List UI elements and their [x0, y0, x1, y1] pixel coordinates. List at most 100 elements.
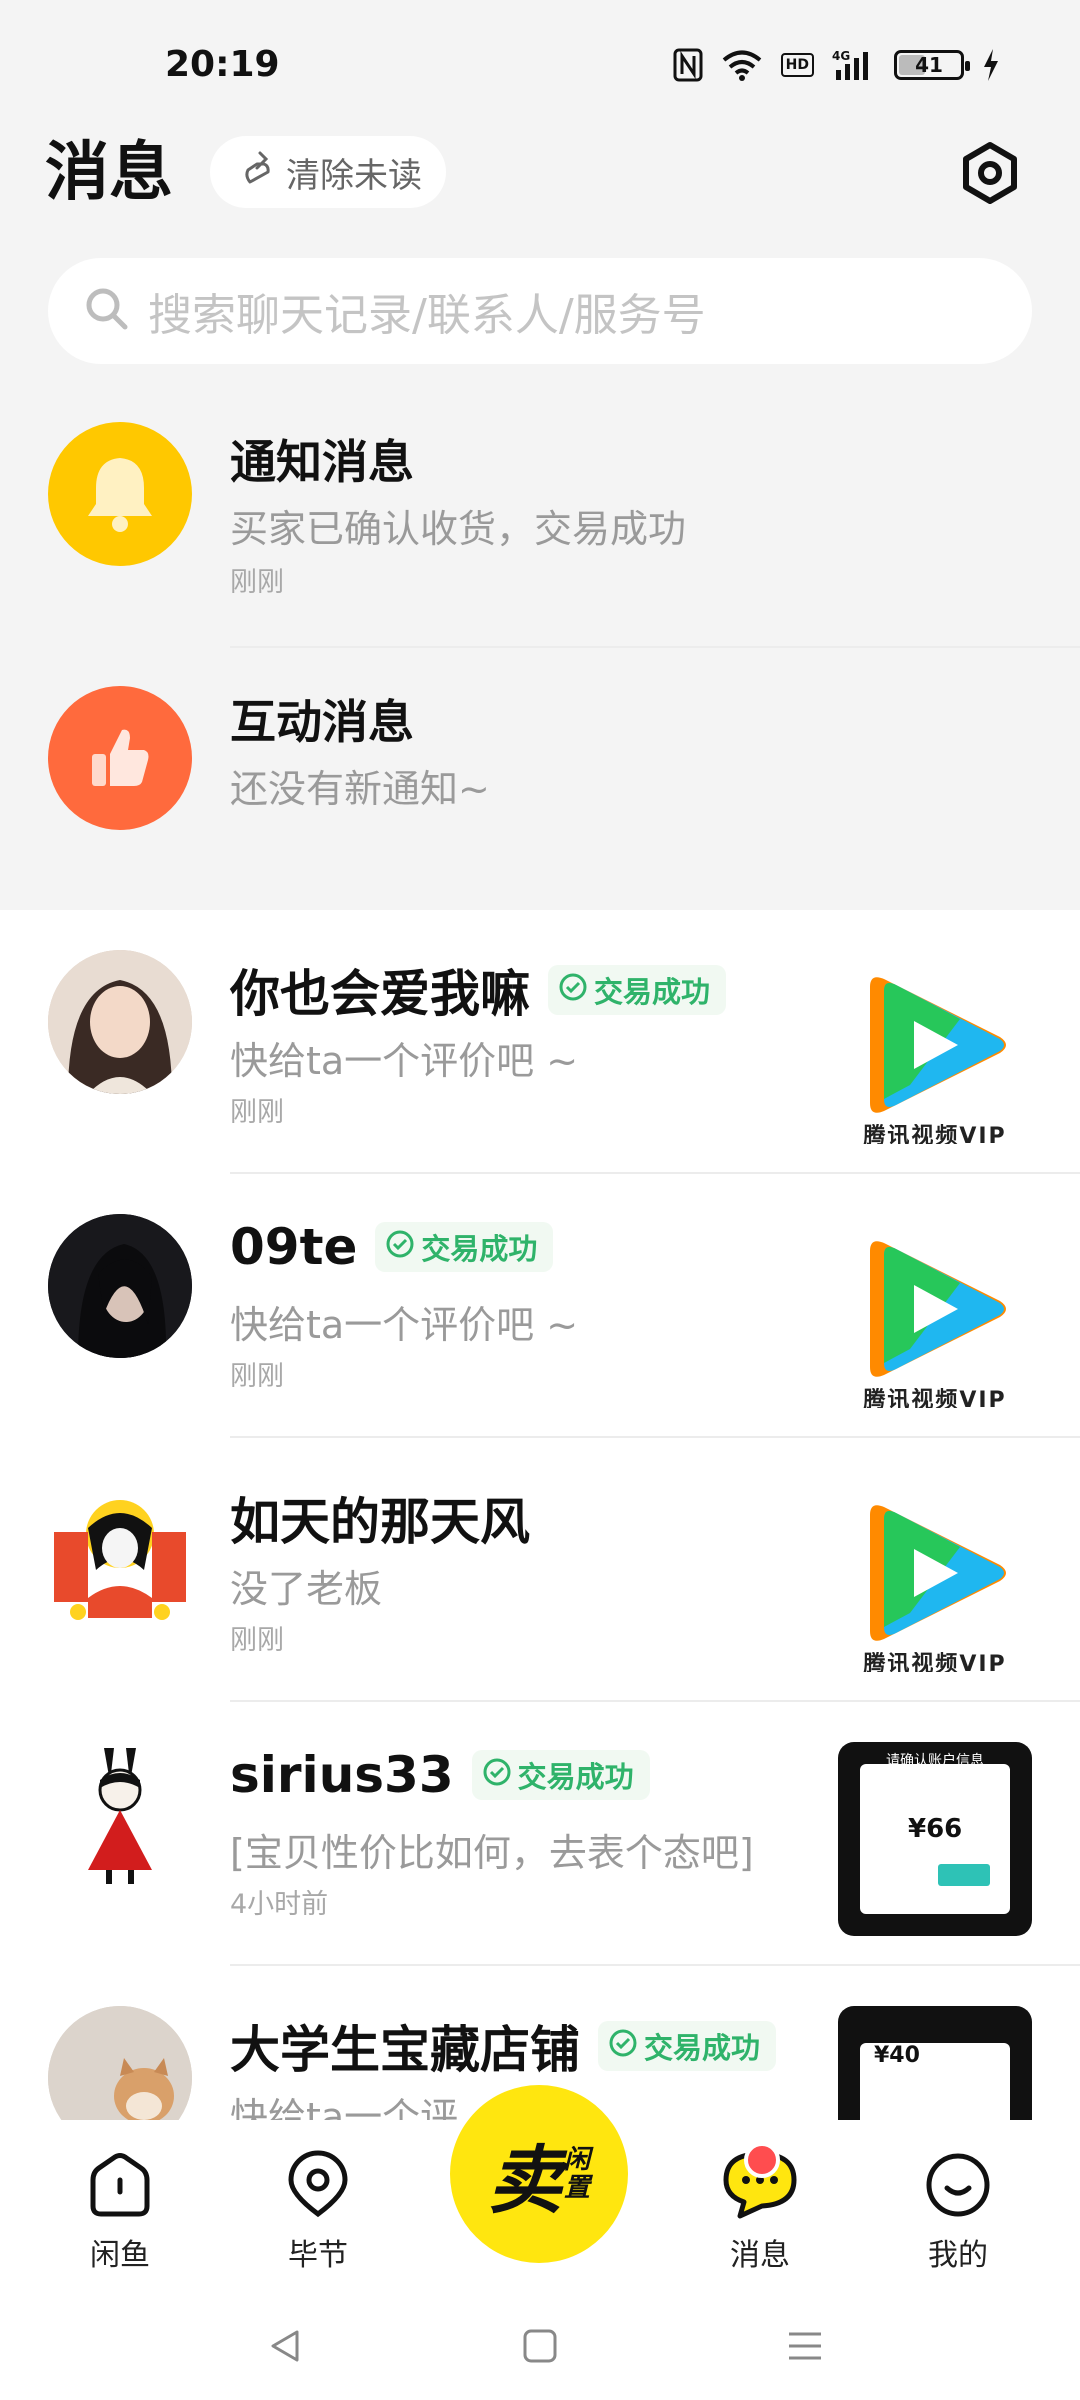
status-time: 20:19	[165, 44, 280, 85]
nav-label: 我的	[928, 2238, 988, 2273]
charging-icon	[982, 49, 1000, 81]
sys-row-title: 通知消息	[230, 435, 414, 489]
nav-label: 毕节	[288, 2238, 348, 2273]
chat-name-line: 如天的那天风	[230, 1482, 530, 1554]
avatar	[48, 1478, 192, 1622]
chat-name: sirius33	[230, 1746, 454, 1804]
receipt-card: ¥66	[860, 1764, 1010, 1914]
battery-icon: 41	[894, 50, 970, 80]
search-icon	[84, 286, 130, 336]
tencent-video-logo-icon	[850, 1493, 1020, 1657]
thumb-price: ¥40	[874, 2043, 920, 2068]
tencent-video-logo-icon	[850, 1229, 1020, 1393]
sys-row-subtitle: 还没有新通知~	[230, 767, 490, 811]
menu-lines-icon	[785, 2326, 825, 2370]
tencent-video-logo-icon	[850, 965, 1020, 1129]
settings-button[interactable]	[955, 140, 1025, 210]
hd-icon: HD	[780, 53, 814, 77]
bell-icon	[48, 422, 192, 566]
thumb-price: ¥66	[908, 1814, 963, 1844]
avatar	[48, 1742, 192, 1886]
chat-name-line: 大学生宝藏店铺 交易成功	[230, 2010, 777, 2082]
status-icons: HD 4G 41	[673, 48, 1000, 82]
chat-row[interactable]: 09te 交易成功 快给ta一个评价吧 ~ 刚刚 腾讯视频VIP	[0, 1174, 1080, 1436]
check-circle-icon	[385, 1229, 415, 1266]
chat-last-message: 没了老板	[230, 1567, 383, 1611]
sell-sub-label: 闲 置	[564, 2146, 590, 2202]
broom-icon	[240, 150, 276, 195]
unread-dot	[744, 2142, 780, 2178]
chat-row[interactable]: sirius33 交易成功 [宝贝性价比如何，去表个态吧] 4小时前 请确认账户…	[0, 1702, 1080, 1964]
item-thumbnail[interactable]: ¥40	[838, 2006, 1032, 2120]
sell-label: 卖	[487, 2137, 562, 2224]
settings-hexagon-icon	[958, 141, 1022, 209]
chat-time: 刚刚	[230, 1097, 284, 1128]
home-square-icon	[520, 2326, 560, 2370]
sell-sub-label-1: 闲	[563, 2145, 590, 2175]
sys-row-time: 刚刚	[230, 567, 284, 598]
chat-row[interactable]: 你也会爱我嘛 交易成功 快给ta一个评价吧 ~ 刚刚 腾讯视频VIP	[0, 910, 1080, 1172]
chat-name: 大学生宝藏店铺	[230, 2021, 580, 2079]
page-title: 消息	[45, 136, 173, 210]
nav-home[interactable]: 闲鱼	[60, 2150, 180, 2274]
chat-name-line: 09te 交易成功	[230, 1218, 554, 1276]
chat-name-line: 你也会爱我嘛 交易成功	[230, 954, 727, 1026]
notification-messages-row[interactable]: 通知消息 买家已确认收货，交易成功 刚刚	[0, 388, 1080, 648]
deal-success-badge: 交易成功	[548, 965, 727, 1015]
signal-icon: 4G	[832, 48, 876, 82]
location-pin-icon	[283, 2150, 353, 2224]
receipt-card: ¥40	[860, 2043, 1010, 2120]
sell-button[interactable]: 卖 闲 置	[450, 2085, 628, 2263]
nav-nearby[interactable]: 毕节	[258, 2150, 378, 2274]
chat-bubble-icon	[722, 2142, 798, 2224]
thumb-caption: 腾讯视频VIP	[863, 1388, 1007, 1408]
nav-label: 闲鱼	[90, 2238, 150, 2273]
chat-time: 刚刚	[230, 1625, 284, 1656]
sys-row-subtitle: 买家已确认收货，交易成功	[230, 507, 687, 551]
deal-success-badge: 交易成功	[598, 2021, 777, 2071]
chat-last-message: 快给ta一个评价吧 ~	[230, 1303, 579, 1347]
chat-last-message: 快给ta一个评	[230, 2095, 459, 2120]
check-circle-icon	[608, 2028, 638, 2065]
chat-row[interactable]: 如天的那天风 没了老板 刚刚 腾讯视频VIP	[0, 1438, 1080, 1700]
item-thumbnail[interactable]: 腾讯视频VIP	[838, 1214, 1032, 1408]
item-thumbnail[interactable]: 腾讯视频VIP	[838, 950, 1032, 1144]
bottom-nav: 闲鱼 毕节 卖 闲 置 消息 我的	[0, 2085, 1080, 2290]
avatar	[48, 1214, 192, 1358]
chat-last-message: [宝贝性价比如何，去表个态吧]	[230, 1831, 754, 1875]
header: 消息 清除未读	[0, 130, 1080, 240]
deal-success-badge: 交易成功	[375, 1222, 554, 1272]
clear-unread-label: 清除未读	[286, 155, 422, 196]
nav-label: 消息	[730, 2238, 790, 2273]
search-input[interactable]: 搜索聊天记录/联系人/服务号	[48, 258, 1032, 364]
nav-messages[interactable]: 消息	[700, 2142, 820, 2274]
item-thumbnail[interactable]: 腾讯视频VIP	[838, 1478, 1032, 1672]
nav-mine[interactable]: 我的	[898, 2150, 1018, 2274]
check-circle-icon	[482, 1757, 512, 1794]
chat-time: 刚刚	[230, 1361, 284, 1392]
chat-name: 你也会爱我嘛	[230, 965, 530, 1023]
battery-level: 41	[915, 53, 943, 77]
divider	[230, 646, 1080, 648]
home-nav-button[interactable]	[510, 2318, 570, 2378]
avatar	[48, 950, 192, 1094]
deal-badge-text: 交易成功	[594, 975, 711, 1009]
back-triangle-icon	[265, 2326, 305, 2370]
receipt-confirm-button	[938, 1864, 990, 1886]
sell-sub-label-2: 置	[563, 2173, 590, 2203]
clear-unread-button[interactable]: 清除未读	[210, 136, 446, 208]
interaction-messages-row[interactable]: 互动消息 还没有新通知~	[0, 650, 1080, 910]
chat-time: 4小时前	[230, 1889, 329, 1920]
deal-success-badge: 交易成功	[471, 1750, 650, 1800]
recents-button[interactable]	[775, 2318, 835, 2378]
avatar	[48, 2006, 192, 2120]
check-circle-icon	[558, 972, 588, 1009]
wifi-icon	[721, 49, 763, 81]
item-thumbnail[interactable]: 请确认账户信息 ¥66	[838, 1742, 1032, 1936]
chat-name: 如天的那天风	[230, 1493, 530, 1551]
thumb-caption: 腾讯视频VIP	[863, 1652, 1007, 1672]
system-nav-bar	[0, 2290, 1080, 2400]
thumb-caption: 腾讯视频VIP	[863, 1124, 1007, 1144]
search-placeholder: 搜索聊天记录/联系人/服务号	[148, 290, 706, 341]
back-button[interactable]	[255, 2318, 315, 2378]
